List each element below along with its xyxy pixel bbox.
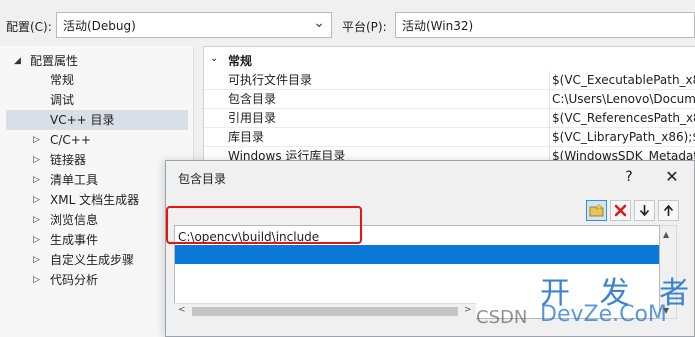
arrow-up-icon <box>663 204 674 216</box>
new-line-button[interactable] <box>586 200 607 221</box>
config-dropdown[interactable]: 活动(Debug) ⌄ <box>56 12 332 38</box>
close-button[interactable]: ✕ <box>660 165 684 189</box>
chevron-down-icon: ⌄ <box>210 53 219 64</box>
highlight-annotation-box <box>166 206 362 244</box>
expanded-triangle-icon: ◢ <box>14 56 21 66</box>
collapsed-triangle-icon: ▷ <box>33 155 40 165</box>
grid-row-library-dirs[interactable]: 库目录 $(VC_LibraryPath_x86);$(W <box>204 128 695 147</box>
platform-dropdown[interactable]: 活动(Win32) <box>395 12 695 38</box>
delete-line-button[interactable] <box>610 200 631 221</box>
scroll-left-icon[interactable]: < <box>178 305 186 315</box>
tree-item-c-cpp[interactable]: ▷ C/C++ <box>0 130 194 150</box>
tree-item-general[interactable]: 常规 <box>0 70 194 90</box>
tree-item-debugging[interactable]: 调试 <box>0 90 194 110</box>
collapsed-triangle-icon: ▷ <box>33 255 40 265</box>
horizontal-scrollbar[interactable]: < > <box>174 303 476 319</box>
move-up-button[interactable] <box>658 200 679 221</box>
tree-root-config-properties[interactable]: ◢ 配置属性 <box>0 51 194 71</box>
dialog-title: 包含目录 <box>178 172 227 186</box>
help-button[interactable]: ? <box>617 165 641 189</box>
collapsed-triangle-icon: ▷ <box>33 275 40 285</box>
scroll-right-icon[interactable]: > <box>464 305 472 315</box>
configuration-bar: 配置(C): 活动(Debug) ⌄ 平台(P): 活动(Win32) <box>0 0 695 46</box>
platform-dropdown-value: 活动(Win32) <box>402 19 474 33</box>
new-folder-icon <box>589 203 604 217</box>
collapsed-triangle-icon: ▷ <box>33 135 40 145</box>
delete-x-icon <box>614 204 627 217</box>
collapsed-triangle-icon: ▷ <box>33 195 40 205</box>
selected-row[interactable] <box>175 245 659 264</box>
chevron-down-icon: ⌄ <box>313 15 325 31</box>
grid-row-executable-dirs[interactable]: 可执行文件目录 $(VC_ExecutablePath_x86) <box>204 71 695 90</box>
horizontal-scroll-thumb[interactable] <box>192 307 458 316</box>
collapsed-triangle-icon: ▷ <box>33 175 40 185</box>
collapsed-triangle-icon: ▷ <box>33 235 40 245</box>
watermark-csdn: CSDN <box>476 307 528 328</box>
grid-row-reference-dirs[interactable]: 引用目录 $(VC_ReferencesPath_x86) <box>204 109 695 128</box>
platform-label: 平台(P): <box>342 20 387 34</box>
scroll-up-icon[interactable]: ▲ <box>663 230 669 239</box>
config-dropdown-value: 活动(Debug) <box>63 19 136 33</box>
grid-row-include-dirs[interactable]: 包含目录 C:\Users\Lenovo\Documents <box>204 90 695 109</box>
grid-category-general[interactable]: ⌄ 常规 <box>204 52 695 70</box>
collapsed-triangle-icon: ▷ <box>33 215 40 225</box>
arrow-down-icon <box>639 205 650 217</box>
watermark-url: DevZe.CoM <box>540 302 667 327</box>
move-down-button[interactable] <box>634 200 655 221</box>
tree-item-vc-directories[interactable]: VC++ 目录 <box>6 110 188 130</box>
config-label: 配置(C): <box>6 20 52 34</box>
